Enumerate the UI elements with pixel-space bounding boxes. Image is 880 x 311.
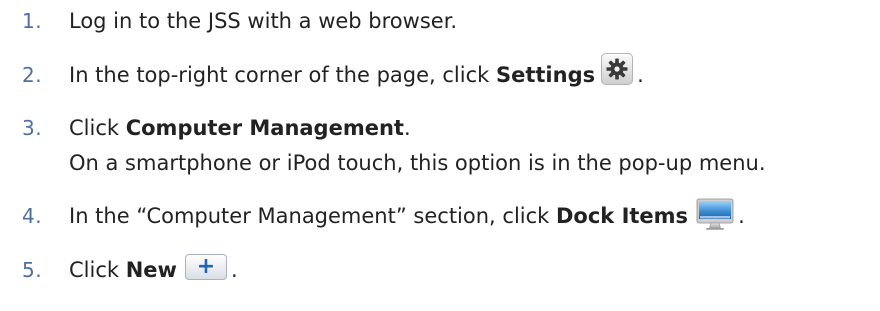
step-2: 2. In the top-right corner of the page, … — [0, 53, 880, 93]
step-bold-label: Settings — [495, 63, 596, 87]
step-text-content: Log in to the JSS with a web browser. — [69, 9, 458, 33]
step-text-after: . — [738, 204, 745, 228]
step-text-after: . — [230, 258, 238, 282]
step-text-before: Click — [69, 116, 126, 140]
step-5: 5. Click New + . — [0, 252, 880, 288]
step-number: 3. — [22, 116, 43, 140]
step-number: 2. — [22, 63, 43, 87]
monitor-icon-graphic — [696, 198, 734, 230]
step-text: Click New + . — [69, 254, 238, 283]
step-3-note-row: On a smartphone or iPod touch, this opti… — [0, 145, 880, 181]
step-text-before: In the top-right corner of the page, cli… — [69, 63, 496, 87]
step-text-after: . — [403, 116, 411, 140]
monitor-icon — [696, 197, 734, 231]
step-1: 1. Log in to the JSS with a web browser. — [0, 3, 880, 39]
step-text: Click Computer Management . — [69, 116, 411, 140]
gear-icon — [601, 53, 634, 85]
step-number: 1. — [22, 9, 43, 33]
step-text: In the “Computer Management” section, cl… — [69, 197, 745, 233]
step-bold-label: New — [125, 258, 177, 282]
step-note: On a smartphone or iPod touch, this opti… — [69, 151, 766, 175]
plus-icon: + — [196, 254, 216, 279]
plus-button-icon: + — [184, 254, 227, 280]
step-text-before: Click — [69, 258, 126, 282]
step-3: 3. Click Computer Management . — [0, 110, 880, 146]
instruction-steps: 1. Log in to the JSS with a web browser.… — [0, 0, 880, 311]
step-number: 5. — [22, 258, 43, 282]
step-text: Log in to the JSS with a web browser. — [69, 9, 457, 33]
gear-icon-graphic — [606, 58, 628, 80]
step-text-before: In the “Computer Management” section, cl… — [69, 204, 556, 228]
step-number: 4. — [22, 204, 43, 228]
step-text-after: . — [637, 63, 644, 87]
step-bold-label: Computer Management — [125, 116, 404, 140]
step-4: 4. In the “Computer Management” section,… — [0, 198, 880, 234]
step-bold-label: Dock Items — [556, 204, 689, 228]
step-text: In the top-right corner of the page, cli… — [69, 53, 644, 91]
